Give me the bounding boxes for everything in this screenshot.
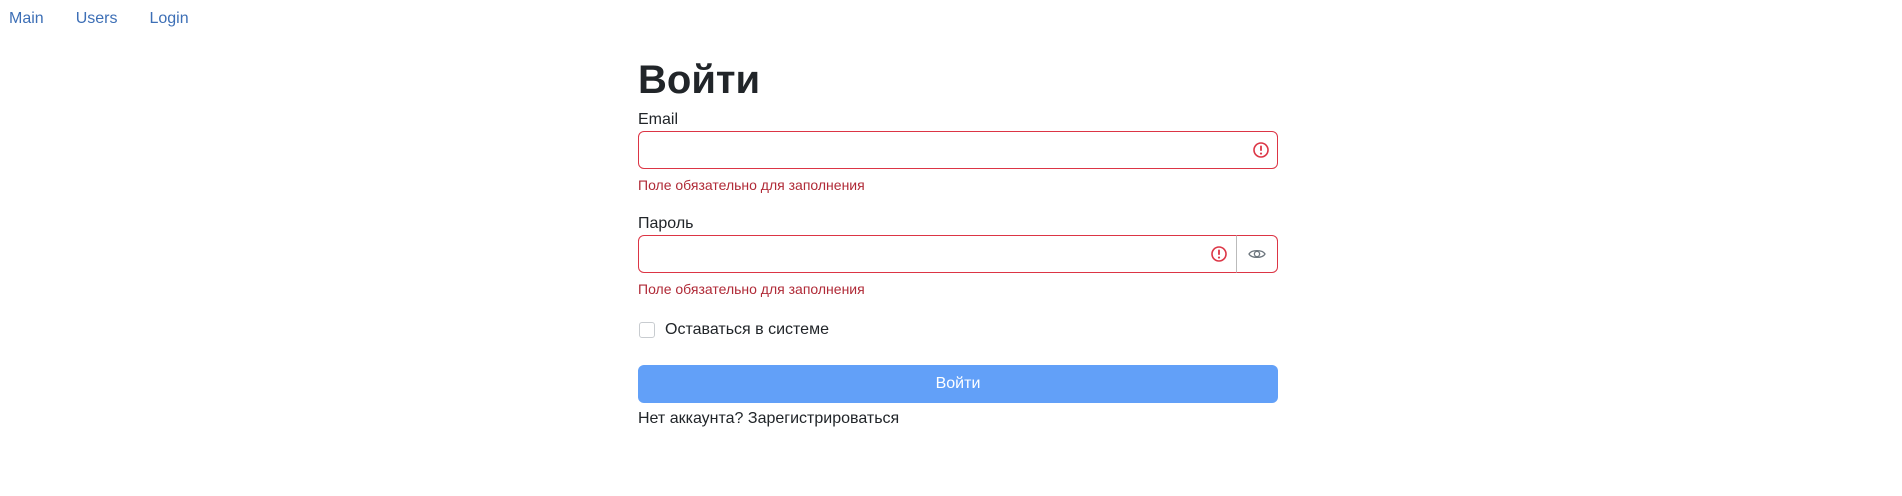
password-error: Поле обязательно для заполнения [638,281,865,297]
nav-link-users[interactable]: Users [76,9,118,29]
exclamation-circle-icon [1253,142,1269,158]
page-title: Войти [638,58,761,102]
toggle-password-button[interactable] [1236,235,1278,273]
register-prompt-row: Нет аккаунта? Зарегистрироваться [638,409,1278,429]
eye-icon [1248,249,1266,259]
email-label: Email [638,111,679,128]
login-submit-button[interactable]: Войти [638,365,1278,403]
email-field[interactable] [638,131,1278,169]
email-field-wrapper [638,131,1278,169]
email-error: Поле обязательно для заполнения [638,177,865,193]
remember-me-row: Оставаться в системе [638,320,1278,340]
exclamation-circle-icon [1211,246,1227,262]
register-prompt-text: Нет аккаунта? [638,410,744,427]
top-nav: Main Users Login [9,9,221,29]
nav-link-main[interactable]: Main [9,9,44,29]
password-field-wrapper [638,235,1278,273]
password-label: Пароль [638,215,694,232]
remember-me-checkbox[interactable] [639,322,655,338]
register-link[interactable]: Зарегистрироваться [748,410,899,427]
remember-me-label[interactable]: Оставаться в системе [665,320,829,340]
login-form: Войти Email Поле обязательно для заполне… [638,56,1278,429]
password-field[interactable] [638,235,1237,273]
nav-link-login[interactable]: Login [149,9,188,29]
